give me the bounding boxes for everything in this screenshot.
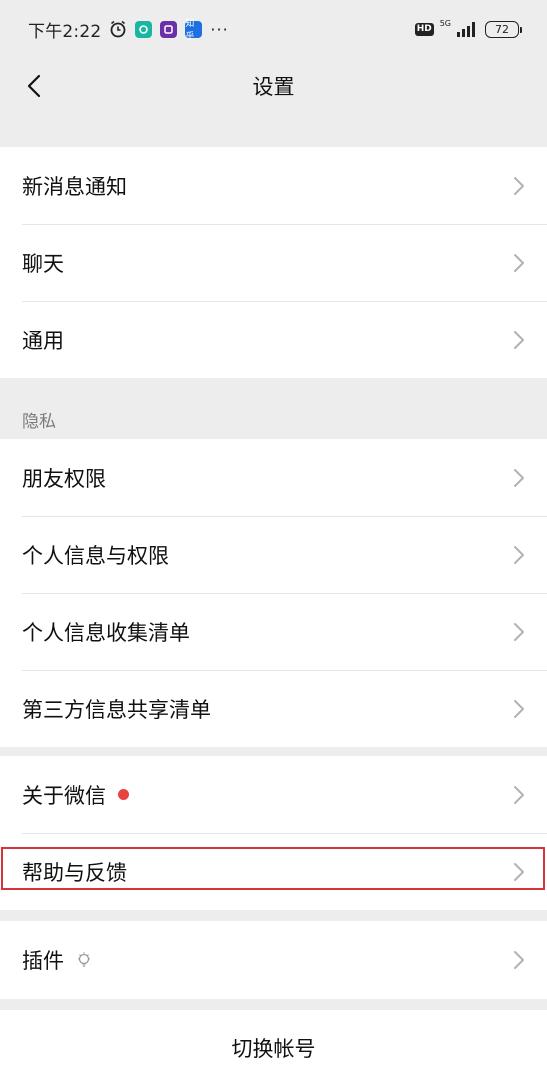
chevron-right-icon	[514, 699, 524, 718]
row-third-party-sharing-list[interactable]: 第三方信息共享清单	[0, 670, 547, 747]
chevron-right-icon	[514, 545, 524, 564]
status-right: HD 5G 72	[414, 18, 522, 38]
status-left: 下午2:22 知乎 ···	[28, 17, 229, 42]
row-label: 帮助与反馈	[22, 860, 127, 885]
settings-group-plugins: 插件	[0, 921, 547, 999]
battery-indicator: 72	[485, 20, 522, 38]
row-label: 聊天	[22, 251, 64, 276]
chevron-right-icon	[514, 468, 524, 487]
chevron-right-icon	[514, 862, 524, 881]
row-label: 关于微信	[22, 783, 106, 808]
alarm-clock-icon	[110, 20, 126, 38]
row-friend-permissions[interactable]: 朋友权限	[0, 439, 547, 516]
chevron-right-icon	[514, 330, 524, 349]
row-personal-info-collection-list[interactable]: 个人信息收集清单	[0, 593, 547, 670]
chevron-right-icon	[514, 785, 524, 804]
unread-red-dot	[118, 789, 129, 800]
row-label: 通用	[22, 328, 64, 353]
chevron-right-icon	[514, 951, 524, 969]
settings-group-general: 新消息通知 聊天 通用	[0, 147, 547, 378]
nav-bar: 设置	[0, 58, 547, 114]
page-title: 设置	[252, 75, 295, 99]
row-personal-info-permissions[interactable]: 个人信息与权限	[0, 516, 547, 593]
settings-group-privacy: 朋友权限 个人信息与权限 个人信息收集清单 第三方信息共享清单	[0, 439, 547, 747]
chevron-left-icon	[27, 74, 41, 98]
section-label-privacy: 隐私	[22, 412, 56, 432]
row-help-feedback[interactable]: 帮助与反馈	[0, 833, 547, 910]
switch-account-button[interactable]: 切换帐号	[0, 1010, 547, 1080]
app-icon-purple	[160, 20, 178, 38]
row-label: 第三方信息共享清单	[22, 697, 211, 722]
zhihu-app-icon: 知乎	[185, 19, 203, 42]
settings-group-about: 关于微信 帮助与反馈	[0, 756, 547, 910]
settings-page: 下午2:22 知乎 ··· HD 5G 72 设置 新消息通知 聊天 通用 隐私…	[0, 0, 547, 1080]
status-bar: 下午2:22 知乎 ··· HD 5G 72	[0, 0, 547, 58]
row-label: 插件	[22, 949, 64, 973]
chevron-right-icon	[514, 176, 524, 195]
row-about-wechat[interactable]: 关于微信	[0, 756, 547, 833]
back-button[interactable]	[14, 66, 54, 106]
row-new-message-notification[interactable]: 新消息通知	[0, 147, 547, 224]
chevron-right-icon	[514, 253, 524, 272]
row-plugins[interactable]: 插件	[0, 921, 547, 999]
row-label: 新消息通知	[22, 174, 127, 199]
lightbulb-icon	[78, 952, 90, 967]
row-chat[interactable]: 聊天	[0, 224, 547, 301]
chevron-right-icon	[514, 622, 524, 641]
network-type: 5G	[439, 18, 451, 28]
status-time: 下午2:22	[28, 21, 102, 42]
hd-badge: HD	[414, 22, 434, 36]
row-general[interactable]: 通用	[0, 301, 547, 378]
more-notifications-icon: ···	[210, 19, 229, 39]
row-label: 个人信息与权限	[22, 543, 169, 568]
signal-icon	[457, 22, 475, 37]
app-icon-green	[135, 20, 153, 38]
row-label: 朋友权限	[22, 466, 106, 491]
row-label: 个人信息收集清单	[22, 620, 190, 645]
